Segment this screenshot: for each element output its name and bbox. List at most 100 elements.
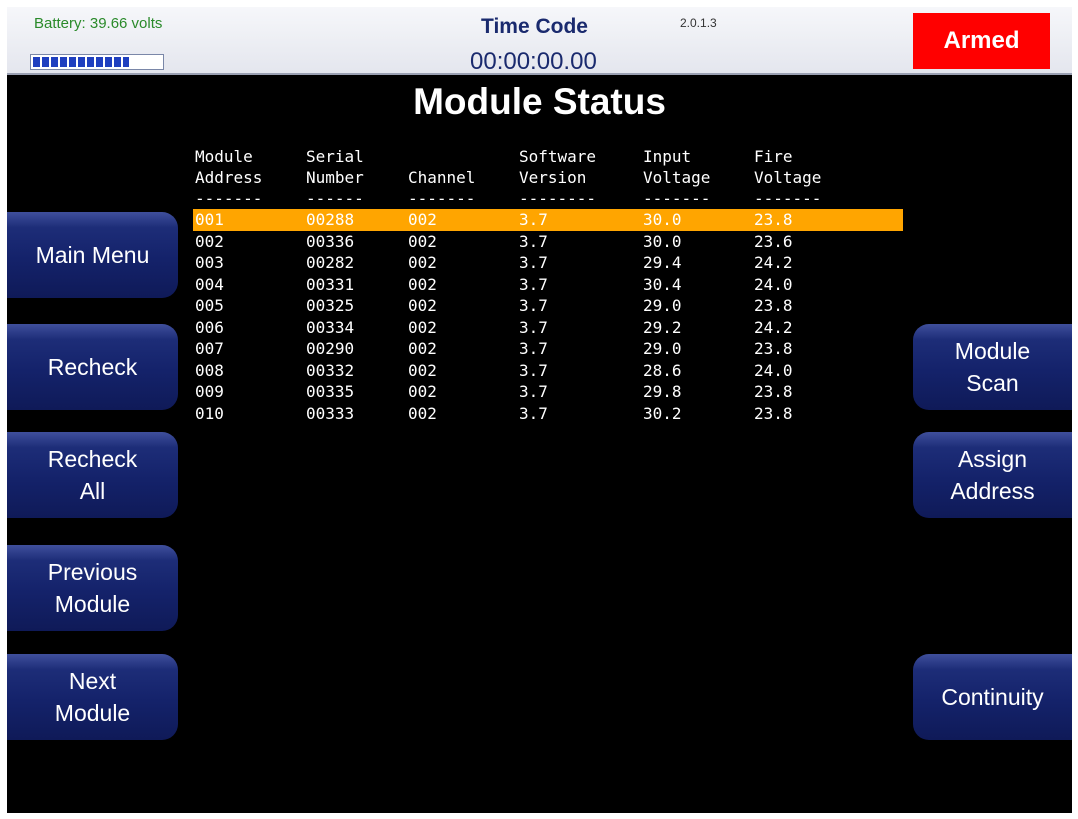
cell-serial-number: 00334 — [306, 317, 355, 337]
cell-software-version: 3.7 — [519, 274, 548, 294]
cell-module-address: 006 — [195, 317, 224, 337]
column-header-module-address: Module Address ------- — [195, 147, 263, 208]
status-header: Battery: 39.66 volts Time Code 2.0.1.3 0… — [7, 7, 1072, 75]
cell-serial-number: 00290 — [306, 339, 355, 358]
version-label: 2.0.1.3 — [680, 16, 717, 30]
cell-fire-voltage: 23.6 — [754, 231, 793, 251]
cell-software-version: 3.7 — [519, 253, 548, 272]
module-scan-button-label: Module Scan — [954, 338, 1031, 396]
previous-module-button[interactable]: Previous Module — [7, 545, 178, 631]
cell-channel: 002 — [408, 360, 437, 380]
battery-level-bar — [30, 54, 164, 70]
cell-input-voltage: 30.0 — [643, 210, 682, 229]
table-row[interactable]: 006 00334 002 3.7 29.2 24.2 — [193, 317, 903, 339]
next-module-button-label: Next Module — [54, 668, 131, 726]
cell-input-voltage: 30.4 — [643, 274, 682, 294]
cell-channel: 002 — [408, 317, 437, 337]
cell-software-version: 3.7 — [519, 382, 548, 401]
table-row[interactable]: 001 00288 002 3.7 30.0 23.8 — [193, 209, 903, 231]
cell-fire-voltage: 23.8 — [754, 382, 793, 401]
cell-serial-number: 00282 — [306, 253, 355, 272]
assign-address-button[interactable]: Assign Address — [913, 432, 1072, 518]
cell-fire-voltage: 24.0 — [754, 274, 793, 294]
timecode-value: 00:00:00.00 — [470, 48, 597, 75]
cell-input-voltage: 29.4 — [643, 253, 682, 272]
recheck-button[interactable]: Recheck — [7, 324, 178, 410]
cell-channel: 002 — [408, 296, 437, 315]
recheck-button-label: Recheck — [47, 354, 138, 380]
recheck-all-button-label: Recheck All — [47, 446, 138, 504]
table-row[interactable]: 007 00290 002 3.7 29.0 23.8 — [193, 338, 903, 360]
cell-module-address: 002 — [195, 231, 224, 251]
cell-serial-number: 00336 — [306, 231, 355, 251]
previous-module-button-label: Previous Module — [47, 559, 138, 617]
cell-module-address: 004 — [195, 274, 224, 294]
cell-module-address: 009 — [195, 382, 224, 401]
column-header-channel: Channel ------- — [408, 168, 476, 208]
cell-software-version: 3.7 — [519, 360, 548, 380]
cell-fire-voltage: 23.8 — [754, 339, 793, 358]
battery-level-fill — [33, 57, 129, 67]
timecode-title: Time Code — [481, 15, 588, 38]
cell-module-address: 003 — [195, 253, 224, 272]
table-row[interactable]: 003 00282 002 3.7 29.4 24.2 — [193, 252, 903, 274]
next-module-button[interactable]: Next Module — [7, 654, 178, 740]
cell-fire-voltage: 23.8 — [754, 403, 793, 423]
cell-module-address: 010 — [195, 403, 224, 423]
cell-serial-number: 00333 — [306, 403, 355, 423]
cell-software-version: 3.7 — [519, 317, 548, 337]
cell-software-version: 3.7 — [519, 231, 548, 251]
cell-serial-number: 00325 — [306, 296, 355, 315]
module-table: 001 00288 002 3.7 30.0 23.8 002 00336 002 3.7 30.0… — [193, 209, 903, 424]
cell-channel: 002 — [408, 231, 437, 251]
cell-input-voltage: 29.2 — [643, 317, 682, 337]
column-header-fire-voltage: Fire Voltage ------- — [754, 147, 822, 208]
recheck-all-button[interactable]: Recheck All — [7, 432, 178, 518]
table-row[interactable]: 009 00335 002 3.7 29.8 23.8 — [193, 381, 903, 403]
continuity-button[interactable]: Continuity — [913, 654, 1072, 740]
cell-input-voltage: 29.0 — [643, 339, 682, 358]
cell-module-address: 007 — [195, 339, 224, 358]
cell-input-voltage: 29.8 — [643, 382, 682, 401]
cell-fire-voltage: 23.8 — [754, 296, 793, 315]
cell-module-address: 008 — [195, 360, 224, 380]
cell-module-address: 005 — [195, 296, 224, 315]
page-title: Module Status — [413, 81, 666, 122]
module-scan-button[interactable]: Module Scan — [913, 324, 1072, 410]
table-row[interactable]: 002 00336 002 3.7 30.0 23.6 — [193, 231, 903, 253]
table-row[interactable]: 010 00333 002 3.7 30.2 23.8 — [193, 403, 903, 425]
cell-channel: 002 — [408, 274, 437, 294]
cell-software-version: 3.7 — [519, 210, 548, 229]
cell-fire-voltage: 24.2 — [754, 317, 793, 337]
cell-input-voltage: 29.0 — [643, 296, 682, 315]
column-header-input-voltage: Input Voltage ------- — [643, 147, 711, 208]
column-header-serial-number: Serial Number ------ — [306, 147, 364, 208]
continuity-button-label: Continuity — [941, 684, 1044, 710]
cell-serial-number: 00332 — [306, 360, 355, 380]
cell-serial-number: 00331 — [306, 274, 355, 294]
cell-fire-voltage: 24.2 — [754, 253, 793, 272]
cell-software-version: 3.7 — [519, 296, 548, 315]
cell-fire-voltage: 23.8 — [754, 210, 793, 229]
cell-channel: 002 — [408, 210, 437, 229]
cell-channel: 002 — [408, 382, 437, 401]
table-row[interactable]: 005 00325 002 3.7 29.0 23.8 — [193, 295, 903, 317]
cell-serial-number: 00335 — [306, 382, 355, 401]
column-header-software-version: Software Version -------- — [519, 147, 597, 208]
cell-channel: 002 — [408, 403, 437, 423]
cell-software-version: 3.7 — [519, 403, 548, 423]
cell-channel: 002 — [408, 339, 437, 358]
cell-fire-voltage: 24.0 — [754, 360, 793, 380]
cell-input-voltage: 30.2 — [643, 403, 682, 423]
table-row[interactable]: 004 00331 002 3.7 30.4 24.0 — [193, 274, 903, 296]
cell-module-address: 001 — [195, 210, 224, 229]
armed-status-badge[interactable]: Armed — [913, 13, 1050, 69]
cell-software-version: 3.7 — [519, 339, 548, 358]
main-menu-button[interactable]: Main Menu — [7, 212, 178, 298]
table-row[interactable]: 008 00332 002 3.7 28.6 24.0 — [193, 360, 903, 382]
cell-input-voltage: 30.0 — [643, 231, 682, 251]
module-status-screen: Battery: 39.66 volts Time Code 2.0.1.3 0… — [7, 7, 1072, 813]
cell-input-voltage: 28.6 — [643, 360, 682, 380]
cell-channel: 002 — [408, 253, 437, 272]
cell-serial-number: 00288 — [306, 210, 355, 229]
